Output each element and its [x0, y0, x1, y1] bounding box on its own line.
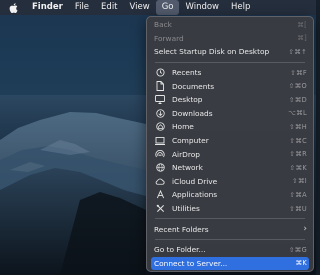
menu-item-label: Network	[172, 163, 203, 173]
menu-item-select-startup-disk[interactable]: Select Startup Disk on Desktop ⇧⌘↑	[147, 45, 313, 59]
shortcut: ⇧⌘U	[289, 204, 307, 213]
shortcut: ⌥⌘L	[288, 109, 307, 118]
menu-item-label: Recents	[172, 68, 202, 78]
shortcut: ⇧⌘I	[292, 177, 307, 186]
shortcut: ⇧⌘H	[289, 122, 307, 131]
menu-item-forward[interactable]: Forward ⌘]	[147, 32, 313, 46]
airdrop-icon	[154, 149, 166, 159]
shortcut: ⇧⌘G	[288, 245, 307, 254]
shortcut: ⌘[	[297, 20, 307, 29]
menu-item-connect-to-server[interactable]: Connect to Server... ⌘K	[151, 256, 309, 271]
menu-item-label: Connect to Server...	[154, 258, 228, 268]
shortcut: ⌘K	[295, 259, 307, 268]
menu-item-recent-folders[interactable]: Recent Folders ›	[147, 222, 313, 236]
download-icon	[154, 108, 166, 118]
menu-item-label: AirDrop	[172, 149, 200, 159]
utilities-icon	[154, 204, 166, 214]
shortcut: ⌘]	[297, 34, 307, 43]
icloud-icon	[154, 176, 166, 186]
menu-bar: Finder File Edit View Go Window Help	[0, 0, 316, 15]
menu-separator	[155, 61, 305, 63]
menu-item-label: Back	[154, 20, 172, 30]
menu-item-documents[interactable]: Documents ⇧⌘O	[147, 79, 313, 93]
menu-item-back[interactable]: Back ⌘[	[147, 18, 313, 32]
apple-menu[interactable]	[0, 0, 26, 15]
menu-item-utilities[interactable]: Utilities ⇧⌘U	[147, 202, 313, 216]
desktop-icon	[154, 95, 166, 105]
menu-item-applications[interactable]: Applications ⇧⌘A	[147, 188, 313, 202]
home-icon	[154, 122, 166, 132]
menu-window[interactable]: Window	[179, 0, 225, 15]
shortcut: ⇧⌘A	[289, 190, 307, 199]
menu-item-label: Computer	[172, 136, 209, 146]
document-icon	[154, 81, 166, 92]
menu-item-icloud-drive[interactable]: iCloud Drive ⇧⌘I	[147, 175, 313, 189]
menu-view[interactable]: View	[124, 0, 156, 15]
menu-separator	[155, 238, 305, 240]
go-menu-dropdown: Back ⌘[ Forward ⌘] Select Startup Disk o…	[146, 16, 314, 272]
shortcut: ⇧⌘F	[290, 68, 307, 77]
shortcut: ⇧⌘K	[289, 163, 307, 172]
menu-item-label: Utilities	[172, 204, 200, 214]
shortcut: ⇧⌘C	[289, 136, 307, 145]
shortcut: ⇧⌘D	[288, 95, 307, 104]
shortcut: ⇧⌘↑	[288, 47, 307, 56]
shortcut: ⇧⌘R	[289, 150, 307, 159]
clock-icon	[154, 68, 166, 78]
menu-item-label: Home	[172, 122, 194, 132]
menu-item-label: Documents	[172, 81, 215, 91]
menu-item-label: Select Startup Disk on Desktop	[154, 47, 270, 57]
menu-item-home[interactable]: Home ⇧⌘H	[147, 120, 313, 134]
menu-item-go-to-folder[interactable]: Go to Folder... ⇧⌘G	[147, 243, 313, 257]
shortcut: ⇧⌘O	[288, 82, 307, 91]
menu-item-label: Forward	[154, 33, 184, 43]
menu-item-label: Downloads	[172, 108, 213, 118]
menu-help[interactable]: Help	[225, 0, 256, 15]
apple-icon	[9, 2, 18, 13]
menu-finder[interactable]: Finder	[26, 0, 69, 15]
menu-item-computer[interactable]: Computer ⇧⌘C	[147, 134, 313, 148]
menu-item-label: Go to Folder...	[154, 245, 206, 255]
menu-file[interactable]: File	[69, 0, 95, 15]
computer-icon	[154, 136, 166, 146]
menu-item-label: Applications	[172, 190, 218, 200]
menu-item-downloads[interactable]: Downloads ⌥⌘L	[147, 107, 313, 121]
menu-edit[interactable]: Edit	[95, 0, 123, 15]
menu-item-network[interactable]: Network ⇧⌘K	[147, 161, 313, 175]
menu-item-label: iCloud Drive	[172, 176, 218, 186]
menu-item-label: Desktop	[172, 95, 203, 105]
network-icon	[154, 163, 166, 173]
menu-separator	[155, 218, 305, 220]
menu-item-label: Recent Folders	[154, 224, 209, 234]
applications-icon	[154, 190, 166, 200]
menu-item-recents[interactable]: Recents ⇧⌘F	[147, 66, 313, 80]
menu-item-desktop[interactable]: Desktop ⇧⌘D	[147, 93, 313, 107]
menu-go[interactable]: Go	[155, 0, 180, 15]
chevron-right-icon: ›	[303, 224, 307, 235]
menu-item-airdrop[interactable]: AirDrop ⇧⌘R	[147, 147, 313, 161]
